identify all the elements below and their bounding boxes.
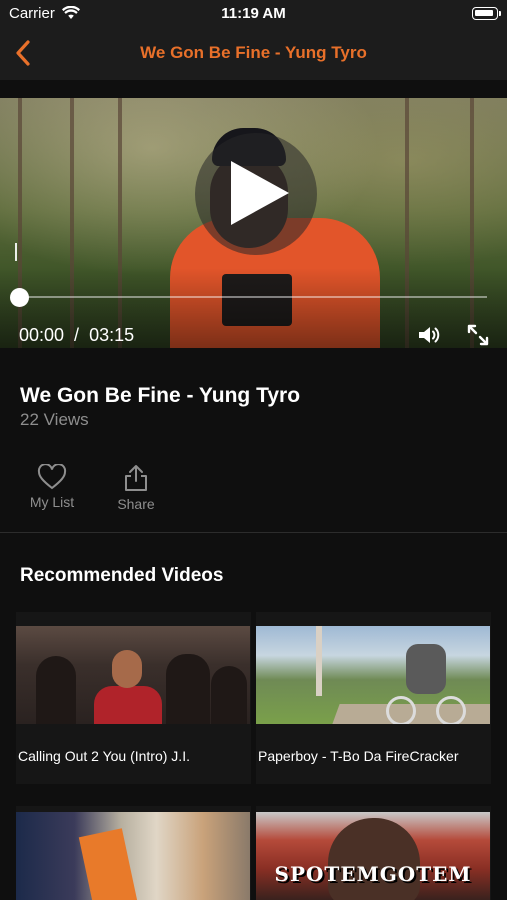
thumbnail-figure <box>94 686 162 724</box>
status-time: 11:19 AM <box>221 5 286 22</box>
section-divider <box>0 532 507 533</box>
time-separator: / <box>74 325 80 345</box>
duration: 03:15 <box>89 325 135 345</box>
my-list-label: My List <box>29 494 75 510</box>
speaker-icon <box>419 327 440 343</box>
current-time: 00:00 <box>19 325 65 345</box>
navigation-bar: We Gon Be Fine - Yung Tyro <box>0 28 507 80</box>
recommended-video-card[interactable]: Calling Out 2 You (Intro) J.I. <box>16 612 251 784</box>
thumbnail-figure <box>36 656 76 724</box>
heart-icon <box>37 464 67 490</box>
fullscreen-button[interactable] <box>466 323 490 347</box>
share-button[interactable]: Share <box>101 464 171 512</box>
expand-icon <box>467 324 489 346</box>
recommended-video-title: Paperboy - T-Bo Da FireCracker <box>258 748 459 764</box>
my-list-button[interactable]: My List <box>17 464 87 512</box>
seek-bar[interactable] <box>19 296 487 298</box>
thumbnail-wheel <box>386 696 416 724</box>
video-thumbnail: SPOTEMGOTEM <box>256 812 490 900</box>
time-display: 00:00 / 03:15 <box>19 325 134 346</box>
video-player[interactable]: 00:00 / 03:15 <box>0 98 507 348</box>
play-button[interactable] <box>195 133 317 255</box>
video-title: We Gon Be Fine - Yung Tyro <box>20 384 301 407</box>
seek-thumb[interactable] <box>9 288 29 307</box>
video-thumbnail <box>16 626 250 724</box>
recommended-video-title: Calling Out 2 You (Intro) J.I. <box>18 748 190 764</box>
recommended-video-card[interactable]: Paperboy - T-Bo Da FireCracker <box>256 612 491 784</box>
thumbnail-tree <box>316 626 322 696</box>
volume-button[interactable] <box>417 323 441 347</box>
share-label: Share <box>117 496 155 512</box>
video-thumbnail <box>256 626 490 724</box>
buffer-indicator <box>15 243 17 261</box>
thumbnail-face <box>328 818 420 900</box>
thumbnail-rider <box>406 644 446 694</box>
share-icon <box>125 465 147 491</box>
view-count: 22 Views <box>20 410 89 429</box>
thumbnail-wheel <box>436 696 466 724</box>
thumbnail-figure <box>211 666 247 724</box>
recommended-video-card[interactable] <box>16 806 251 900</box>
thumbnail-figure <box>112 650 142 688</box>
status-bar: Carrier 11:19 AM <box>0 0 507 28</box>
battery-icon <box>472 7 501 20</box>
page-title: We Gon Be Fine - Yung Tyro <box>140 43 367 62</box>
thumbnail-figure <box>166 654 210 724</box>
recommended-heading: Recommended Videos <box>20 565 224 586</box>
recommended-video-card[interactable]: SPOTEMGOTEM <box>256 806 491 900</box>
play-icon <box>231 161 289 225</box>
player-spacer <box>0 80 507 98</box>
thumbnail-overlay-text: SPOTEMGOTEM <box>274 862 472 886</box>
thumbnail-graphic <box>78 828 138 900</box>
video-thumbnail <box>16 812 250 900</box>
